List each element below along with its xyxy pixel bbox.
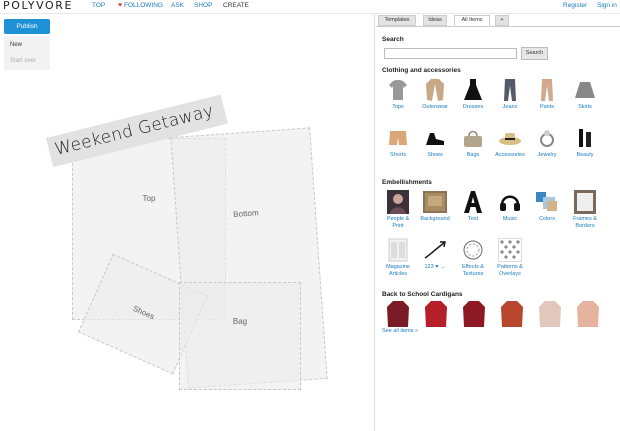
clothing-heading: Clothing and accessories	[382, 67, 461, 74]
editor-canvas[interactable]: Publish New Start over Top Bottom Shoes …	[0, 14, 375, 431]
category-outerwear[interactable]: Outerwear	[419, 78, 451, 111]
cardigan-item[interactable]	[386, 300, 410, 328]
see-all-link[interactable]: See all items »	[382, 328, 418, 334]
letter-a-icon	[461, 190, 485, 214]
embellish-patterns[interactable]: Patterns & Overlays	[494, 238, 526, 277]
embellish-music[interactable]: Music	[494, 190, 526, 223]
panel-tabs: Templates Ideas All Items +	[376, 14, 620, 27]
cardigans-heading: Back to School Cardigans	[382, 291, 463, 298]
editor-menu: New Start over	[4, 36, 50, 70]
magazine-icon	[386, 238, 410, 262]
search-button[interactable]: Search	[521, 47, 548, 60]
tab-underline	[376, 26, 620, 27]
embellish-effects[interactable]: Effects & Textures	[457, 238, 489, 277]
shoes-label: Shoes	[131, 303, 156, 322]
cardigan-item[interactable]	[576, 300, 600, 328]
embellish-symbols[interactable]: 123 ♥ →	[419, 238, 451, 271]
embellish-background[interactable]: Background	[419, 190, 451, 223]
cardigan-item[interactable]	[424, 300, 448, 328]
shoes-icon	[423, 126, 447, 150]
bottom-label: Bottom	[232, 208, 259, 219]
skirts-icon	[573, 78, 597, 102]
people-icon	[386, 190, 410, 214]
category-shoes[interactable]: Shoes	[419, 126, 451, 159]
category-skirts[interactable]: Skirts	[569, 78, 601, 111]
embellish-frames[interactable]: Frames & Borders	[569, 190, 601, 229]
search-input[interactable]	[384, 48, 517, 59]
bag-placeholder[interactable]: Bag	[179, 282, 301, 390]
nav-following[interactable]: ♥ FOLLOWING	[118, 2, 163, 10]
headphones-icon	[498, 190, 522, 214]
publish-button[interactable]: Publish	[4, 19, 50, 34]
dresses-icon	[461, 78, 485, 102]
tab-add[interactable]: +	[495, 15, 509, 26]
effects-icon	[461, 238, 485, 262]
pattern-icon	[498, 238, 522, 262]
tab-all-items[interactable]: All Items	[454, 15, 490, 26]
bags-icon	[461, 126, 485, 150]
embellish-text[interactable]: Text	[457, 190, 489, 223]
polyvore-logo[interactable]: POLYVORE	[3, 0, 73, 12]
category-pants[interactable]: Pants	[531, 78, 563, 111]
embellish-magazine[interactable]: Magazine Articles	[382, 238, 414, 277]
tops-icon	[386, 78, 410, 102]
cardigan-item[interactable]	[538, 300, 562, 328]
category-beauty[interactable]: Beauty	[569, 126, 601, 159]
hat-icon	[498, 126, 522, 150]
category-jeans[interactable]: Jeans	[494, 78, 526, 111]
embellish-colors[interactable]: Colors	[531, 190, 563, 223]
category-accessories[interactable]: Accessories	[494, 126, 526, 159]
pants-icon	[535, 78, 559, 102]
start-over-button[interactable]: Start over	[10, 57, 36, 65]
category-shorts[interactable]: Shorts	[382, 126, 414, 159]
cardigan-item[interactable]	[500, 300, 524, 328]
signin-link[interactable]: Sign in	[597, 2, 617, 10]
search-heading: Search	[382, 36, 404, 43]
category-tops[interactable]: Tops	[382, 78, 414, 111]
tab-ideas[interactable]: Ideas	[423, 15, 447, 26]
swatches-icon	[535, 190, 559, 214]
nav-top[interactable]: TOP	[92, 2, 105, 10]
new-button[interactable]: New	[10, 41, 22, 49]
frame-icon	[573, 190, 597, 214]
bag-label: Bag	[232, 317, 248, 326]
arrow-icon	[423, 238, 447, 262]
nav-following-label: FOLLOWING	[123, 2, 163, 9]
outerwear-icon	[423, 78, 447, 102]
heart-icon: ♥	[118, 2, 123, 9]
nav-shop[interactable]: SHOP	[194, 2, 212, 10]
background-icon	[423, 190, 447, 214]
category-jewelry[interactable]: Jewelry	[531, 126, 563, 159]
tab-templates[interactable]: Templates	[378, 15, 416, 26]
category-bags[interactable]: Bags	[457, 126, 489, 159]
embellish-people-print[interactable]: People & Print	[382, 190, 414, 229]
embellishments-heading: Embellishments	[382, 179, 432, 186]
cardigan-item[interactable]	[462, 300, 486, 328]
jeans-icon	[498, 78, 522, 102]
top-nav: POLYVORE TOP ♥ FOLLOWING ASK SHOP CREATE…	[0, 0, 620, 13]
beauty-icon	[573, 126, 597, 150]
nav-ask[interactable]: ASK	[171, 2, 184, 10]
ring-icon	[535, 126, 559, 150]
category-dresses[interactable]: Dresses	[457, 78, 489, 111]
shorts-icon	[386, 126, 410, 150]
items-panel: Templates Ideas All Items + Search Searc…	[376, 14, 620, 431]
nav-create[interactable]: CREATE	[223, 2, 249, 10]
register-link[interactable]: Register	[563, 2, 587, 10]
